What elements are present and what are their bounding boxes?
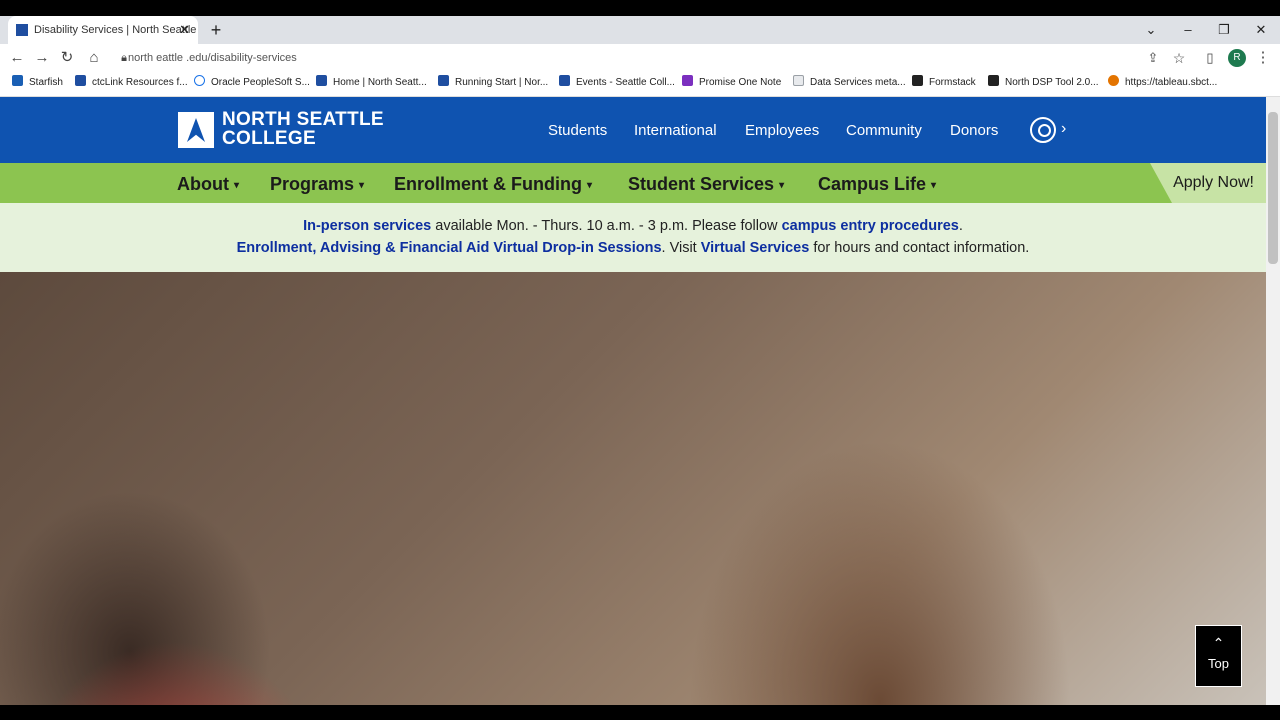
site-favicon-icon — [16, 24, 28, 36]
college-logo-text[interactable]: NORTH SEATTLE COLLEGE — [222, 110, 384, 148]
alert-line-1: In-person services available Mon. - Thur… — [303, 218, 963, 234]
topnav-employees[interactable]: Employees — [745, 97, 819, 163]
minimize-icon[interactable]: – — [1170, 16, 1206, 44]
chevron-up-icon: ⌃ — [1212, 635, 1225, 651]
tab-close-icon[interactable]: ✕ — [179, 16, 190, 44]
bookmark-favicon-icon — [559, 75, 570, 86]
search-icon[interactable] — [1030, 117, 1056, 143]
bookmark-favicon-icon — [75, 75, 86, 86]
side-panel-icon[interactable]: ▯ — [1198, 44, 1222, 72]
onenote-icon — [682, 75, 693, 86]
scrollbar-thumb[interactable] — [1268, 112, 1278, 264]
nav-student-services[interactable]: Student Services ▾ — [628, 163, 784, 203]
caret-down-icon: ▾ — [586, 180, 593, 191]
maximize-icon[interactable]: ❐ — [1206, 16, 1242, 44]
bookmark-favicon-icon — [988, 75, 999, 86]
bookmark-item[interactable]: Formstack — [912, 72, 976, 94]
forward-arrow-icon[interactable]: → — [30, 44, 54, 72]
virtual-services-link[interactable]: Virtual Services — [701, 240, 810, 256]
screen-top-bar — [0, 0, 1280, 16]
bookmark-favicon-icon — [438, 75, 449, 86]
bookmark-favicon-icon — [912, 75, 923, 86]
reload-icon[interactable]: ↻ — [55, 44, 79, 72]
bookmark-item[interactable]: Home | North Seatt... — [316, 72, 427, 94]
in-person-services-link[interactable]: In-person services — [303, 218, 431, 234]
alert-banner: In-person services available Mon. - Thur… — [0, 203, 1266, 272]
campus-entry-procedures-link[interactable]: campus entry procedures — [782, 218, 959, 234]
topnav-international[interactable]: International — [634, 97, 717, 163]
window-close-icon[interactable]: ✕ — [1243, 16, 1279, 44]
bookmark-favicon-icon — [12, 75, 23, 86]
caret-down-icon: ▾ — [779, 180, 785, 191]
drop-in-sessions-link[interactable]: Enrollment, Advising & Financial Aid Vir… — [237, 240, 662, 256]
bookmark-item[interactable]: ctcLink Resources f... — [75, 72, 188, 94]
bookmark-star-icon[interactable]: ☆ — [1167, 44, 1191, 72]
hero-image — [0, 272, 1266, 705]
bookmark-item[interactable]: Starfish — [12, 72, 63, 94]
nav-programs[interactable]: Programs ▾ — [270, 163, 364, 203]
bookmark-favicon-icon — [194, 75, 205, 86]
bookmark-item[interactable]: Promise One Note — [682, 72, 781, 94]
bookmark-item[interactable]: https://tableau.sbct... — [1108, 72, 1217, 94]
bookmark-item[interactable]: Data Services meta... — [793, 72, 906, 94]
back-to-top-button[interactable]: ⌃ Top — [1195, 625, 1242, 687]
bookmark-item[interactable]: North DSP Tool 2.0... — [988, 72, 1099, 94]
bookmark-favicon-icon — [316, 75, 327, 86]
bookmark-item[interactable]: Events - Seattle Coll... — [559, 72, 675, 94]
home-icon[interactable]: ⌂ — [82, 44, 106, 72]
back-arrow-icon[interactable]: ← — [5, 44, 29, 72]
topnav-community[interactable]: Community — [846, 97, 922, 163]
nav-about[interactable]: About ▾ — [177, 163, 239, 203]
nav-enrollment-funding[interactable]: Enrollment & Funding ▾ — [394, 163, 592, 203]
document-icon — [793, 75, 804, 86]
caret-down-icon: ▾ — [931, 180, 937, 191]
browser-tab[interactable]: Disability Services | North Seattle ✕ — [8, 16, 198, 44]
bookmark-item[interactable]: Running Start | Nor... — [438, 72, 548, 94]
caret-down-icon: ▾ — [233, 180, 240, 191]
address-bar[interactable]: north eattle .edu/disability-services — [128, 44, 297, 72]
college-logo-icon[interactable] — [178, 112, 214, 148]
profile-avatar[interactable]: R — [1228, 49, 1246, 67]
nav-campus-life[interactable]: Campus Life ▾ — [818, 163, 936, 203]
back-to-top-label: Top — [1208, 656, 1229, 671]
share-icon[interactable]: ⇪ — [1141, 44, 1165, 72]
topnav-students[interactable]: Students — [548, 97, 607, 163]
caret-down-icon: ▾ — [359, 180, 365, 191]
tableau-icon — [1108, 75, 1119, 86]
alert-line-2: Enrollment, Advising & Financial Aid Vir… — [236, 240, 1030, 256]
menu-kebab-icon[interactable]: ⋮ — [1251, 44, 1275, 72]
topnav-donors[interactable]: Donors — [950, 97, 998, 163]
tab-title: Disability Services | North Seattle — [34, 24, 197, 36]
chevron-right-icon[interactable]: › — [1061, 120, 1066, 138]
bookmarks-bar: Starfish ctcLink Resources f... Oracle P… — [0, 72, 1280, 97]
new-tab-button[interactable]: + — [206, 16, 226, 44]
screen-bottom-bar — [0, 705, 1280, 720]
bookmark-item[interactable]: Oracle PeopleSoft S... — [194, 72, 310, 94]
tab-search-icon[interactable]: ⌄ — [1133, 16, 1169, 44]
